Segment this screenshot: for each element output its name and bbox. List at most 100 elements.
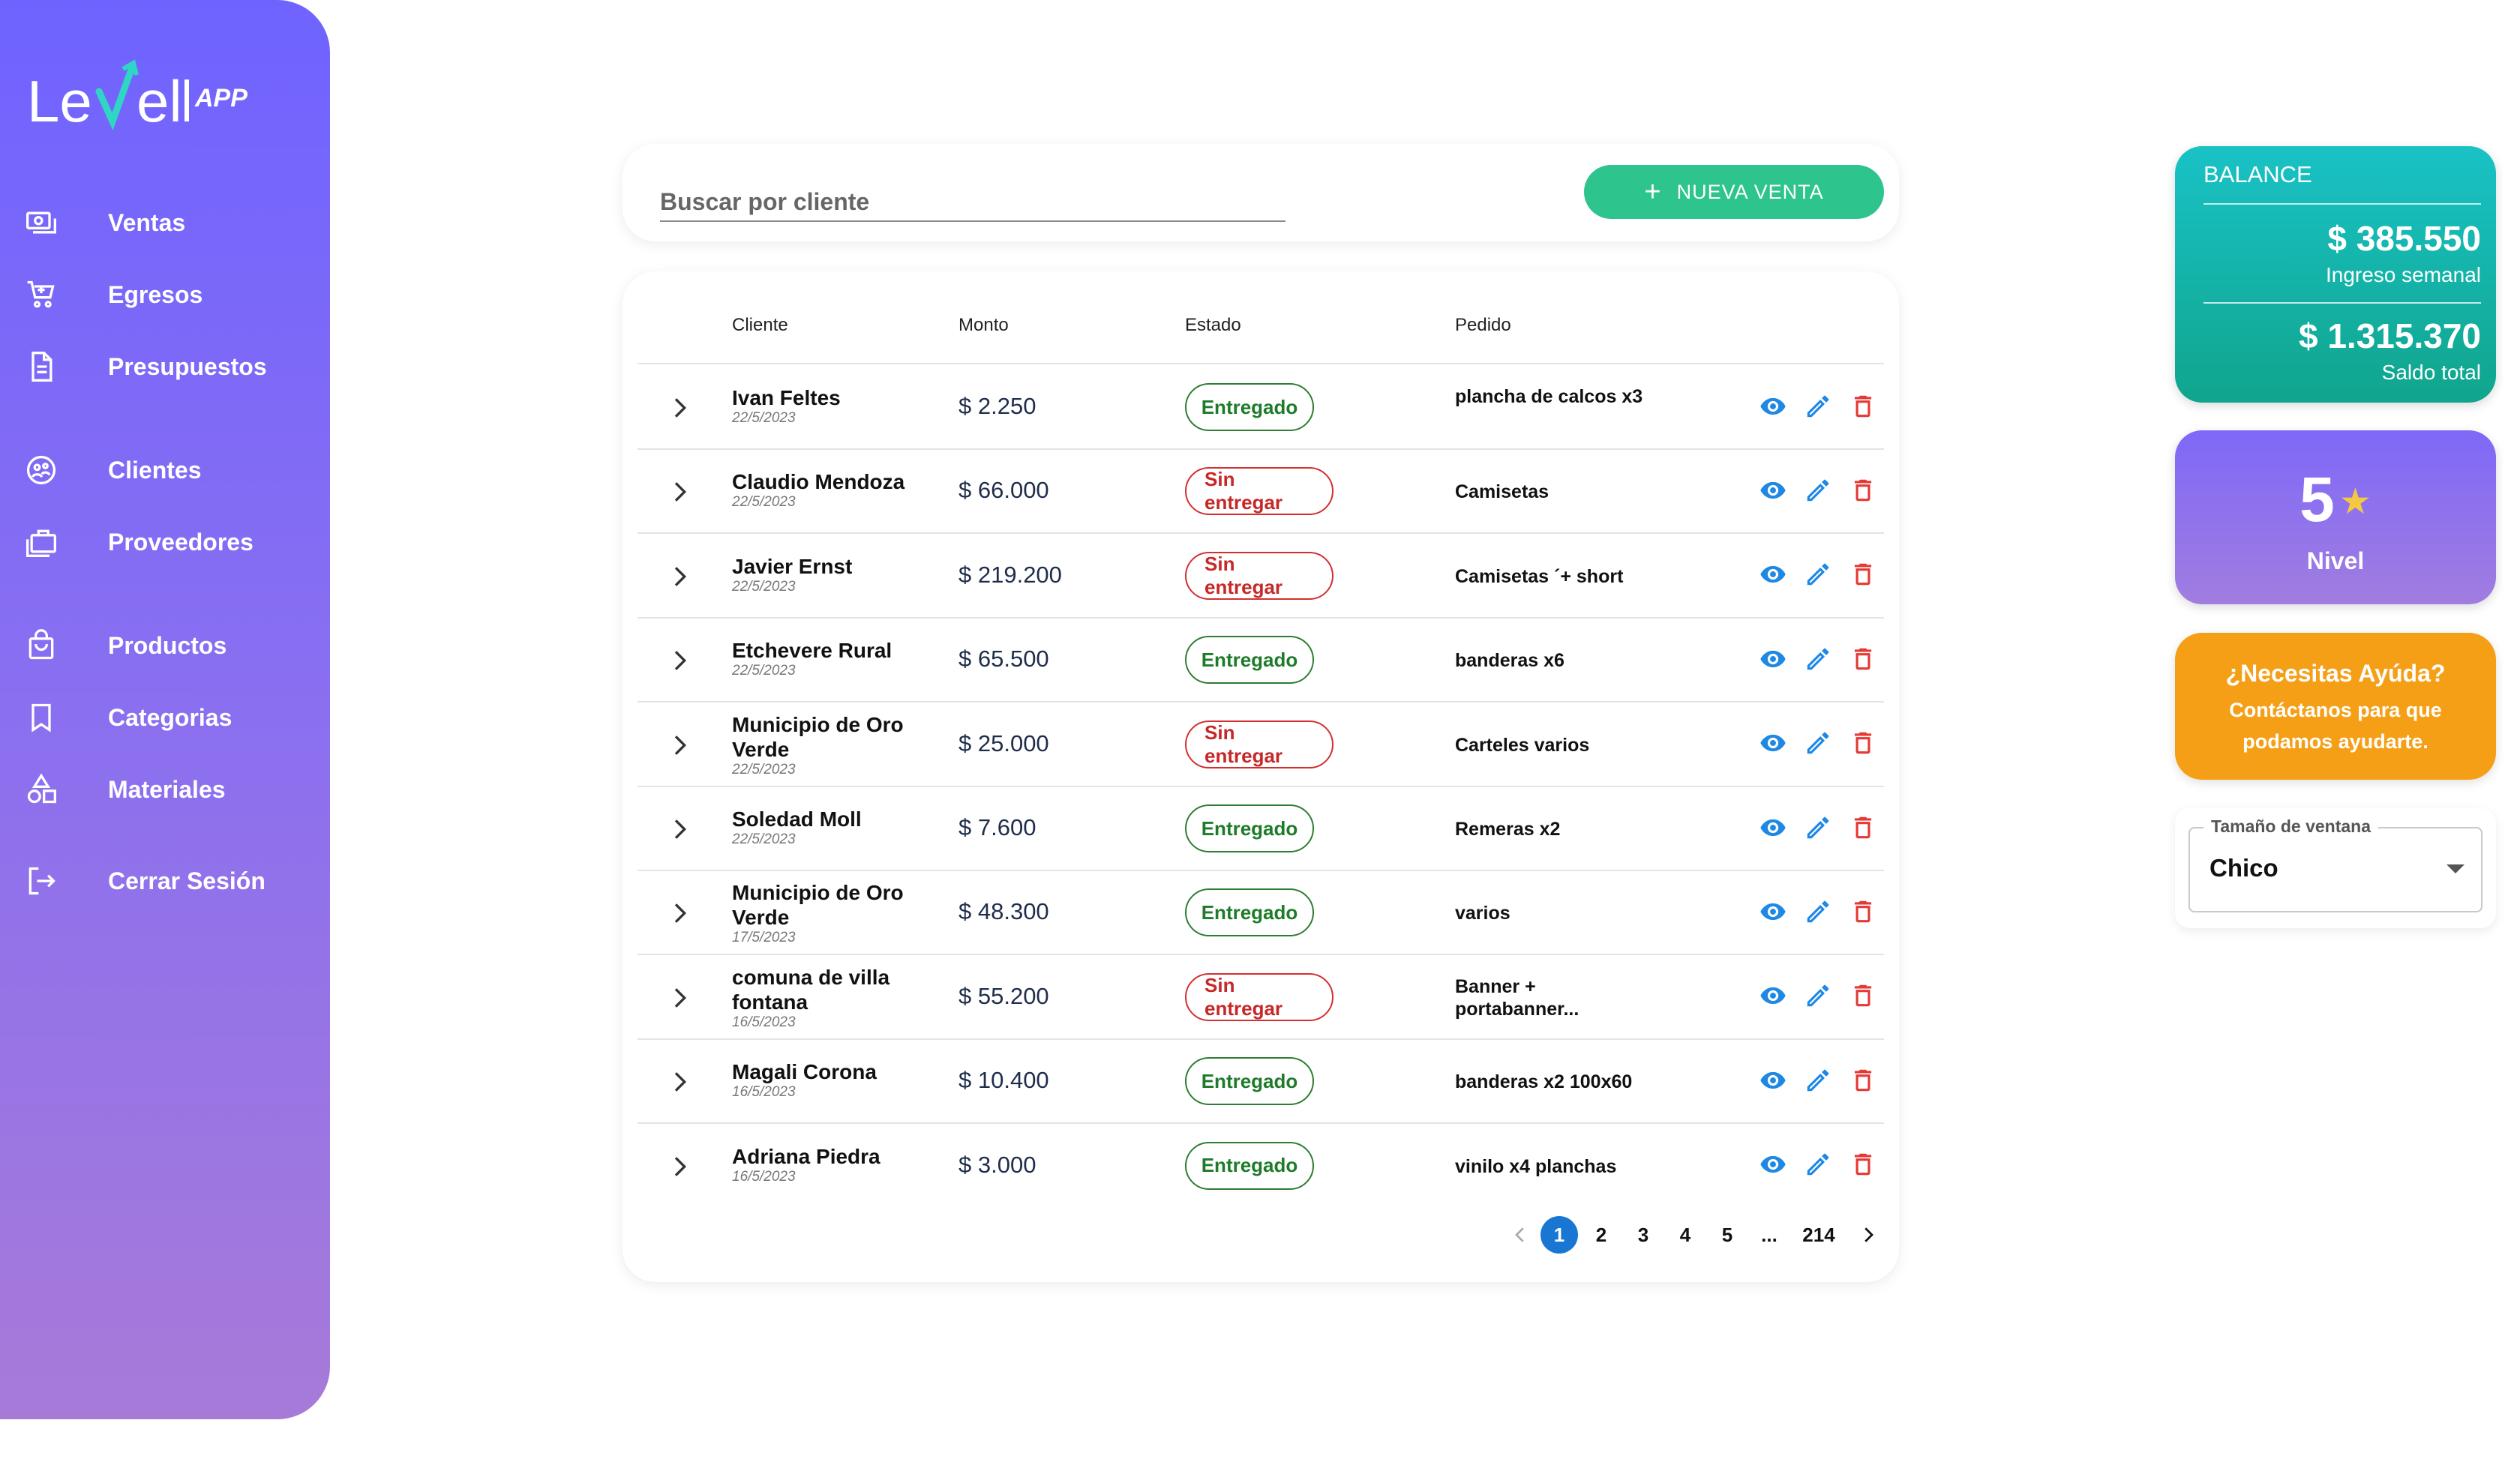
- page-button[interactable]: 5: [1708, 1216, 1746, 1254]
- window-size-select[interactable]: Tamaño de ventana Chico: [2188, 816, 2482, 912]
- column-header-estado[interactable]: Estado: [1185, 315, 1241, 336]
- sidebar-item-proveedores[interactable]: Proveedores: [22, 520, 308, 565]
- delete-button[interactable]: [1846, 644, 1880, 677]
- expand-row-button[interactable]: [664, 562, 694, 592]
- next-page-button[interactable]: [1850, 1216, 1887, 1254]
- sidebar-item-ventas[interactable]: Ventas: [22, 200, 308, 245]
- prev-page-button[interactable]: [1502, 1216, 1539, 1254]
- delete-button[interactable]: [1846, 391, 1880, 424]
- page-button[interactable]: 4: [1666, 1216, 1704, 1254]
- sidebar-item-egresos[interactable]: Egresos: [22, 272, 308, 317]
- view-button[interactable]: [1756, 560, 1790, 593]
- new-sale-button[interactable]: + NUEVA VENTA: [1584, 165, 1884, 219]
- table-row[interactable]: Etchevere Rural 22/5/2023 $ 65.500 Entregad…: [638, 619, 1884, 703]
- sidebar-item-logout[interactable]: Cerrar Sesión: [22, 858, 308, 903]
- view-button[interactable]: [1756, 1065, 1790, 1098]
- sidebar-item-presupuestos[interactable]: Presupuestos: [22, 344, 308, 389]
- column-header-monto[interactable]: Monto: [958, 315, 1009, 336]
- expand-row-button[interactable]: [664, 477, 694, 507]
- delete-button[interactable]: [1846, 813, 1880, 846]
- status-badge[interactable]: Entregado: [1185, 888, 1314, 937]
- order-cell: Remeras x2: [1455, 819, 1561, 840]
- edit-button[interactable]: [1802, 813, 1834, 846]
- view-button[interactable]: [1756, 644, 1790, 677]
- status-badge[interactable]: Entregado: [1185, 1141, 1314, 1190]
- expand-row-button[interactable]: [664, 393, 694, 423]
- edit-button[interactable]: [1802, 897, 1834, 930]
- table-row[interactable]: Municipio de Oro Verde 17/5/2023 $ 48.300 E…: [638, 871, 1884, 956]
- page-button[interactable]: 1: [1540, 1216, 1578, 1254]
- sidebar-item-categorias[interactable]: Categorias: [22, 695, 308, 740]
- edit-button[interactable]: [1802, 1150, 1834, 1183]
- weekly-income-value: $ 385.550: [2327, 219, 2481, 258]
- sidebar-item-productos[interactable]: Productos: [22, 623, 308, 668]
- delete-button[interactable]: [1846, 1065, 1880, 1098]
- delete-button[interactable]: [1846, 897, 1880, 930]
- svg-text:Le: Le: [27, 68, 92, 134]
- order-cell: banderas x2 100x60: [1455, 1071, 1633, 1093]
- view-button[interactable]: [1756, 897, 1790, 930]
- edit-button[interactable]: [1802, 391, 1834, 424]
- table-row[interactable]: Adriana Piedra 16/5/2023 $ 3.000 Entregado v…: [638, 1125, 1884, 1209]
- sidebar-item-label: Productos: [108, 631, 227, 659]
- sidebar-item-clientes[interactable]: Clientes: [22, 448, 308, 493]
- help-card[interactable]: ¿Necesitas Ayúda? Contáctanos para que p…: [2175, 633, 2496, 780]
- table-row[interactable]: Magali Corona 16/5/2023 $ 10.400 Entregado b…: [638, 1040, 1884, 1125]
- amount-cell: $ 66.000: [958, 477, 1049, 504]
- chevron-right-icon: [664, 482, 694, 510]
- column-header-cliente[interactable]: Cliente: [732, 315, 788, 336]
- table-row[interactable]: Ivan Feltes 22/5/2023 $ 2.250 Entregado plan…: [638, 366, 1884, 450]
- page-button[interactable]: 3: [1624, 1216, 1662, 1254]
- delete-button[interactable]: [1846, 981, 1880, 1014]
- status-badge[interactable]: Entregado: [1185, 383, 1314, 431]
- search-input[interactable]: [660, 183, 1286, 222]
- view-button[interactable]: [1756, 475, 1790, 508]
- app-logo[interactable]: Le el APP: [27, 52, 252, 135]
- status-badge[interactable]: Sin entregar: [1185, 551, 1334, 600]
- edit-button[interactable]: [1802, 981, 1834, 1014]
- sidebar-item-label: Categorias: [108, 703, 232, 731]
- table-row[interactable]: Claudio Mendoza 22/5/2023 $ 66.000 Sin entr…: [638, 450, 1884, 535]
- delete-button[interactable]: [1846, 729, 1880, 762]
- edit-button[interactable]: [1802, 729, 1834, 762]
- view-button[interactable]: [1756, 813, 1790, 846]
- edit-button[interactable]: [1802, 475, 1834, 508]
- table-row[interactable]: comuna de villa fontana 16/5/2023 $ 55.200…: [638, 956, 1884, 1040]
- view-button[interactable]: [1756, 391, 1790, 424]
- edit-button[interactable]: [1802, 560, 1834, 593]
- status-badge[interactable]: Sin entregar: [1185, 720, 1334, 768]
- level-label: Nivel: [2306, 547, 2365, 574]
- expand-row-button[interactable]: [664, 1152, 694, 1182]
- delete-button[interactable]: [1846, 475, 1880, 508]
- expand-row-button[interactable]: [664, 814, 694, 844]
- pagination: 1 2 3 4 5 ... 214: [622, 1216, 1899, 1254]
- page-button[interactable]: 2: [1582, 1216, 1620, 1254]
- status-badge[interactable]: Sin entregar: [1185, 972, 1334, 1021]
- edit-button[interactable]: [1802, 1065, 1834, 1098]
- table-row[interactable]: Soledad Moll 22/5/2023 $ 7.600 Entregado Rem…: [638, 787, 1884, 871]
- expand-row-button[interactable]: [664, 646, 694, 676]
- status-badge[interactable]: Entregado: [1185, 636, 1314, 685]
- status-badge[interactable]: Entregado: [1185, 1057, 1314, 1106]
- expand-row-button[interactable]: [664, 983, 694, 1013]
- status-badge[interactable]: Entregado: [1185, 804, 1314, 852]
- level-card: 5 ★ Nivel: [2175, 430, 2496, 604]
- expand-row-button[interactable]: [664, 730, 694, 760]
- page-ellipsis: ...: [1761, 1223, 1778, 1246]
- trash-icon: [1849, 645, 1877, 677]
- delete-button[interactable]: [1846, 1150, 1880, 1183]
- page-button[interactable]: 214: [1792, 1216, 1845, 1254]
- delete-button[interactable]: [1846, 560, 1880, 593]
- table-row[interactable]: Municipio de Oro Verde 22/5/2023 $ 25.000 S…: [638, 703, 1884, 787]
- column-header-pedido[interactable]: Pedido: [1455, 315, 1511, 336]
- view-button[interactable]: [1756, 981, 1790, 1014]
- divider: [2204, 302, 2481, 304]
- edit-button[interactable]: [1802, 644, 1834, 677]
- expand-row-button[interactable]: [664, 898, 694, 928]
- view-button[interactable]: [1756, 729, 1790, 762]
- sidebar-item-materiales[interactable]: Materiales: [22, 767, 308, 812]
- status-badge[interactable]: Sin entregar: [1185, 467, 1334, 516]
- expand-row-button[interactable]: [664, 1067, 694, 1097]
- table-row[interactable]: Javier Ernst 22/5/2023 $ 219.200 Sin entreg…: [638, 535, 1884, 619]
- view-button[interactable]: [1756, 1150, 1790, 1183]
